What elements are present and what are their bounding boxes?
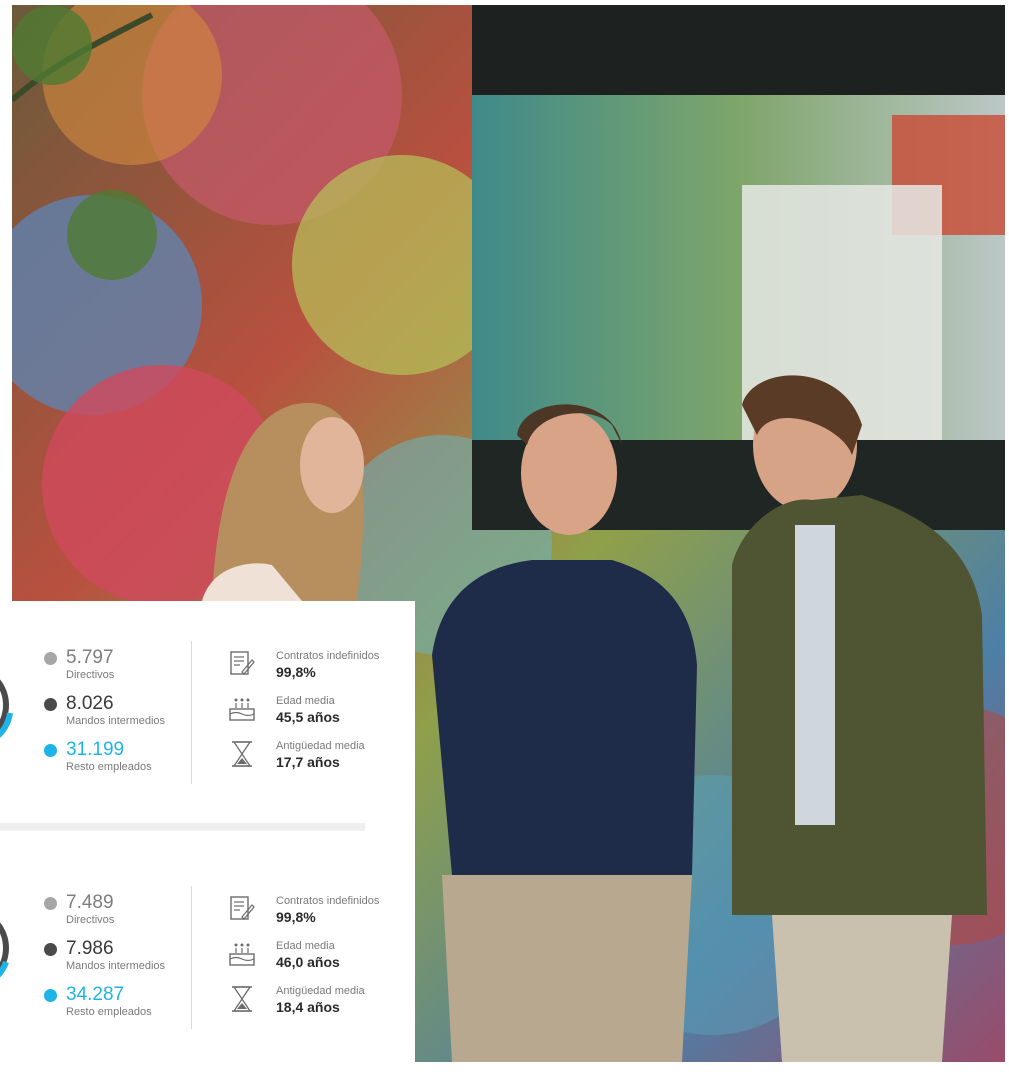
- workforce-block-2: 7.489 Directivos 7.986 Mandos intermedio…: [0, 878, 415, 1078]
- stat-label: Directivos: [66, 669, 115, 681]
- workforce-block-1: 5.797 Directivos 8.026 Mandos intermedio…: [0, 633, 415, 833]
- divider: [191, 641, 192, 784]
- directivos-dot: [44, 896, 57, 910]
- fact-value: 46,0 años: [276, 954, 340, 970]
- birthday-cake-icon: [229, 698, 255, 721]
- stat-label: Mandos intermedios: [66, 715, 166, 727]
- fact-label: Contratos indefinidos: [276, 650, 380, 662]
- hourglass-icon: [232, 741, 252, 767]
- stat-label: Directivos: [66, 914, 115, 926]
- contract-icon: [230, 896, 255, 920]
- stat-label: Resto empleados: [66, 1006, 152, 1018]
- fact-label: Antigüedad media: [276, 740, 365, 752]
- stat-label: Mandos intermedios: [66, 960, 166, 972]
- contract-icon: [230, 651, 255, 675]
- stat-directivos: 7.489 Directivos: [44, 892, 114, 927]
- stat-value: 31.199: [66, 739, 125, 760]
- directivos-dot: [44, 651, 57, 665]
- stat-value: 8.026: [66, 693, 114, 714]
- stat-directivos: 5.797 Directivos: [44, 647, 114, 682]
- stat-value: 7.986: [66, 938, 114, 959]
- stat-value: 5.797: [66, 647, 114, 668]
- fact-value: 45,5 años: [276, 709, 340, 725]
- fact-value: 99,8%: [276, 664, 316, 680]
- donut-chart-ring: [0, 679, 13, 739]
- donut-chart-ring: [0, 922, 9, 978]
- section-divider: [0, 823, 365, 831]
- stat-label: Resto empleados: [66, 761, 152, 773]
- mandos-dot: [44, 697, 57, 711]
- fact-label: Contratos indefinidos: [276, 895, 380, 907]
- stat-mandos: 8.026 Mandos intermedios: [44, 693, 165, 728]
- fact-label: Antigüedad media: [276, 985, 365, 997]
- fact-label: Edad media: [276, 695, 335, 707]
- fact-value: 17,7 años: [276, 754, 340, 770]
- fact-value: 99,8%: [276, 909, 316, 925]
- stat-resto: 34.287 Resto empleados: [44, 984, 152, 1019]
- stat-resto: 31.199 Resto empleados: [44, 739, 152, 774]
- stat-value: 7.489: [66, 892, 114, 913]
- resto-dot: [44, 988, 57, 1002]
- birthday-cake-icon: [229, 943, 255, 966]
- fact-label: Edad media: [276, 940, 335, 952]
- fact-value: 18,4 años: [276, 999, 340, 1015]
- stat-value: 34.287: [66, 984, 125, 1005]
- hourglass-icon: [232, 986, 252, 1012]
- mandos-dot: [44, 942, 57, 956]
- resto-dot: [44, 743, 57, 757]
- stat-mandos: 7.986 Mandos intermedios: [44, 938, 165, 973]
- divider: [191, 886, 192, 1029]
